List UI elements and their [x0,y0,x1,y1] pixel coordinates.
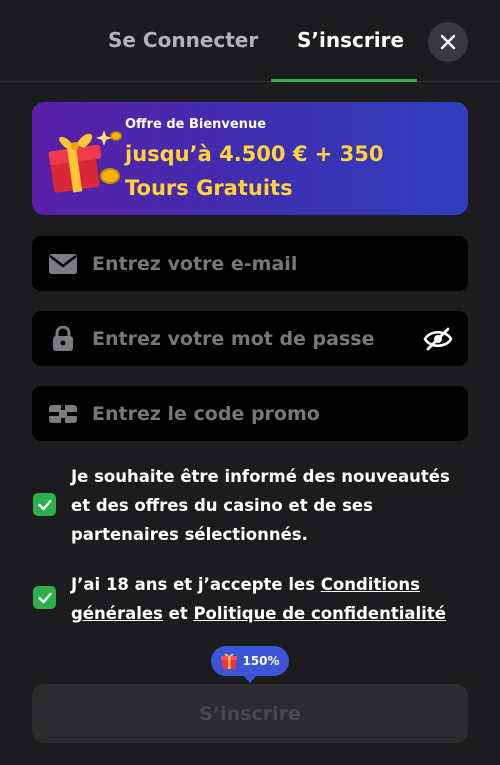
bonus-badge-label: 150% [242,654,280,668]
promo-code-input[interactable] [92,386,432,441]
terms-consent-text: J’ai 18 ans et j’accepte les Conditions … [71,570,471,628]
newsletter-checkbox[interactable] [33,493,56,516]
lock-icon [49,325,77,351]
terms-checkbox[interactable] [33,586,56,609]
bonus-badge-tail [243,675,257,683]
promo-eyebrow: Offre de Bienvenue [125,117,267,132]
close-button[interactable] [428,22,468,62]
signup-submit-button[interactable]: S’inscrire [32,684,468,743]
promo-code-icon [49,402,77,426]
email-field[interactable] [32,236,468,291]
eye-off-icon [423,327,453,350]
tab-signup[interactable]: S’inscrire [297,28,404,52]
active-tab-indicator [271,79,417,82]
close-icon [440,34,456,50]
promo-headline-line2: Tours Gratuits [125,176,293,200]
terms-prefix: J’ai 18 ans et j’accepte les [71,575,321,594]
gift-icon [221,653,238,669]
promo-headline-line1: jusqu’à 4.500 € + 350 [125,142,384,166]
password-field[interactable] [32,311,468,366]
tab-login[interactable]: Se Connecter [108,28,258,52]
newsletter-consent-text: Je souhaite être informé des nouveautés … [71,467,450,544]
privacy-policy-link[interactable]: Politique de confidentialité [193,604,445,623]
checkmark-icon [37,499,52,510]
envelope-icon [49,252,77,276]
email-input[interactable] [92,236,432,291]
password-input[interactable] [92,311,432,366]
welcome-offer-banner: Offre de Bienvenue jusqu’à 4.500 € + 350… [32,102,468,215]
password-visibility-toggle[interactable] [422,325,454,353]
checkmark-icon [37,592,52,603]
promo-code-field[interactable] [32,386,468,441]
bonus-badge: 150% [211,646,289,683]
terms-middle: et [162,604,194,623]
auth-tabs: Se Connecter S’inscrire [0,0,500,82]
